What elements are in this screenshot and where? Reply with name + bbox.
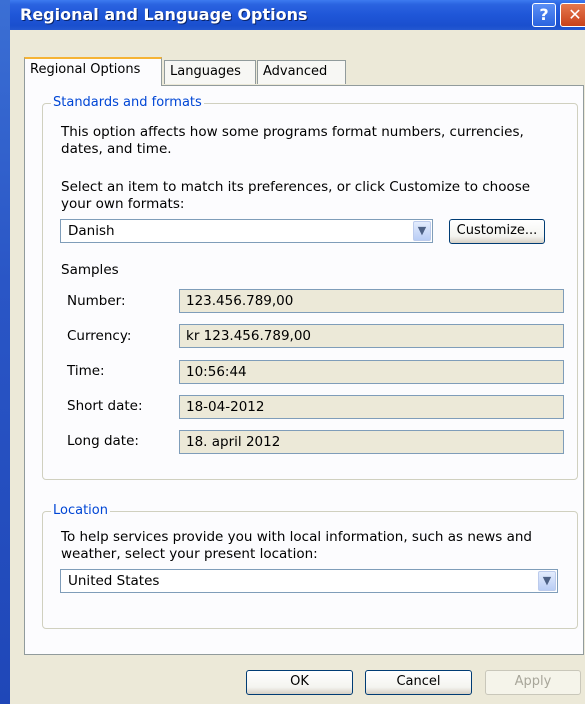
samples-heading: Samples [61, 262, 119, 278]
customize-button[interactable]: Customize... [449, 219, 545, 244]
tab-advanced[interactable]: Advanced [257, 60, 346, 84]
standards-description-cont: dates, and time. [61, 141, 172, 157]
format-select-value: Danish [68, 223, 115, 239]
format-select[interactable]: Danish ▼ [60, 219, 433, 243]
location-select[interactable]: United States ▼ [60, 569, 558, 593]
chevron-down-icon[interactable]: ▼ [413, 221, 431, 241]
chevron-down-icon[interactable]: ▼ [538, 571, 556, 591]
sample-number-field: 123.456.789,00 [179, 289, 564, 313]
sample-currency-field: kr 123.456.789,00 [179, 324, 564, 348]
tab-label: Regional Options [30, 62, 141, 77]
ok-button[interactable]: OK [246, 670, 353, 695]
sample-label-currency: Currency: [67, 328, 132, 344]
cancel-button[interactable]: Cancel [365, 670, 472, 695]
close-button[interactable]: ✕ [560, 3, 585, 27]
tab-label: Languages [170, 64, 241, 79]
sample-label-time: Time: [67, 363, 105, 379]
sample-label-long-date: Long date: [67, 433, 139, 449]
sample-time-field: 10:56:44 [179, 360, 564, 384]
tab-regional-options[interactable]: Regional Options [24, 57, 162, 86]
sample-currency-value: kr 123.456.789,00 [186, 328, 312, 344]
select-instruction: Select an item to match its preferences,… [61, 179, 531, 195]
apply-button-label: Apply [514, 674, 552, 689]
tab-panel-regional-options: Standards and formats This option affect… [24, 85, 584, 655]
cancel-button-label: Cancel [396, 674, 441, 689]
location-legend: Location [51, 503, 110, 518]
location-select-value: United States [68, 573, 160, 589]
tab-label: Advanced [263, 64, 328, 79]
sample-label-number: Number: [67, 293, 126, 309]
sample-label-short-date: Short date: [67, 398, 143, 414]
background-window-edge [0, 0, 10, 704]
standards-description: This option affects how some programs fo… [61, 124, 524, 140]
help-icon: ? [539, 5, 549, 24]
title-bar[interactable]: Regional and Language Options ? ✕ [10, 0, 585, 30]
apply-button[interactable]: Apply [485, 670, 581, 695]
sample-long-date-field: 18. april 2012 [179, 430, 564, 454]
sample-time-value: 10:56:44 [186, 364, 247, 380]
standards-and-formats-group: Standards and formats This option affect… [42, 95, 578, 480]
ok-button-label: OK [290, 674, 309, 689]
tab-languages[interactable]: Languages [164, 60, 256, 84]
sample-short-date-field: 18-04-2012 [179, 395, 564, 419]
location-group: Location To help services provide you wi… [42, 503, 578, 629]
standards-legend: Standards and formats [51, 95, 204, 110]
help-button[interactable]: ? [532, 3, 556, 27]
window-title: Regional and Language Options [20, 5, 308, 24]
location-description: To help services provide you with local … [61, 529, 533, 545]
close-icon: ✕ [568, 5, 582, 24]
location-description-cont: weather, select your present location: [61, 546, 318, 562]
sample-number-value: 123.456.789,00 [186, 293, 294, 309]
sample-long-date-value: 18. april 2012 [186, 434, 281, 450]
customize-button-label: Customize... [456, 223, 538, 238]
sample-short-date-value: 18-04-2012 [186, 399, 265, 415]
select-instruction-cont: your own formats: [61, 196, 185, 212]
